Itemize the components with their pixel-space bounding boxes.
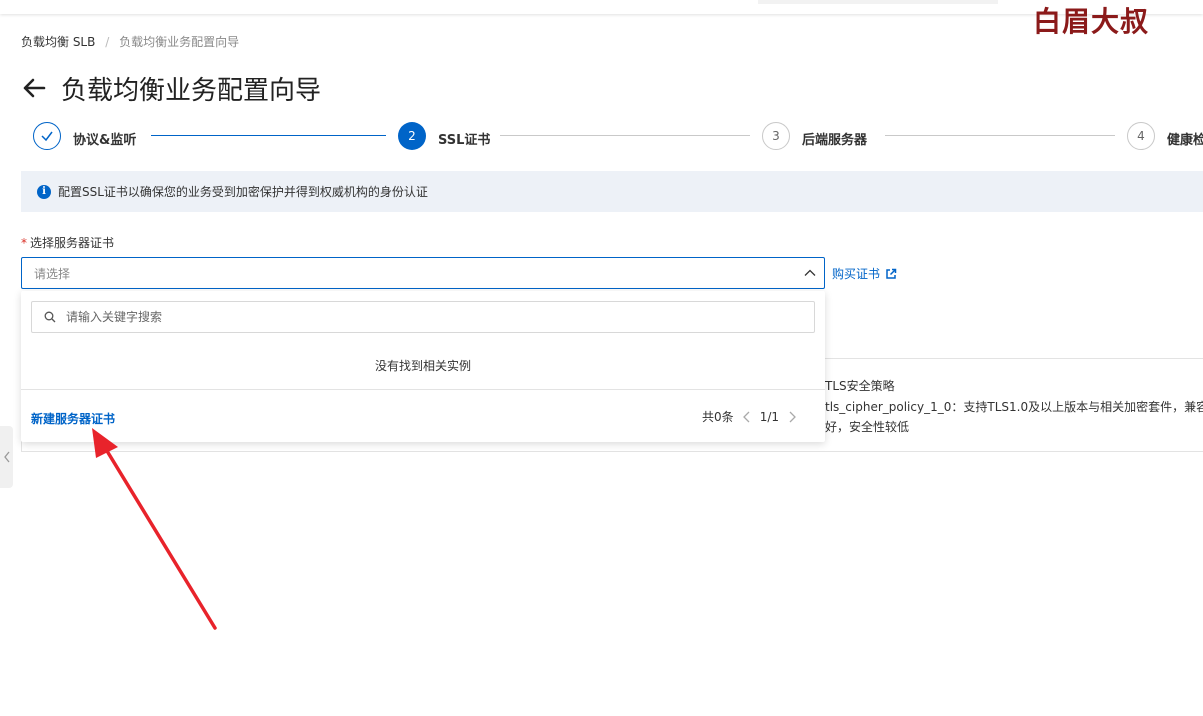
external-link-icon (886, 268, 897, 279)
buy-cert-label: 购买证书 (832, 267, 881, 281)
dropdown-search-box[interactable] (31, 301, 815, 333)
pagination: 共0条 1/1 (702, 408, 805, 425)
back-arrow-icon[interactable] (21, 75, 47, 101)
tls-policy-description: tls_cipher_policy_1_0：支持TLS1.0及以上版本与相关加密… (825, 397, 1203, 437)
step-2-label: SSL证书 (438, 133, 491, 148)
wizard-steps: 协议&监听 2 SSL证书 3 后端服务器 4 健康检 (33, 122, 1203, 152)
cert-select[interactable]: 请选择 (21, 257, 825, 289)
required-mark: * (21, 236, 27, 250)
page-title: 负载均衡业务配置向导 (61, 75, 322, 106)
cert-field-label: * 选择服务器证书 (21, 234, 114, 251)
step-3-connector (885, 135, 1115, 136)
info-icon: i (37, 184, 51, 199)
notice-text: 配置SSL证书以确保您的业务受到加密保护并得到权威机构的身份认证 (58, 185, 428, 199)
sidebar-collapse-tab[interactable] (0, 426, 13, 488)
step-1-connector (151, 135, 386, 136)
step-2-number: 2 (398, 122, 426, 150)
step-1-label: 协议&监听 (73, 133, 137, 148)
step-3-label: 后端服务器 (802, 133, 868, 148)
page-header: 负载均衡业务配置向导 (21, 70, 321, 106)
tls-policy-title: TLS安全策略 (825, 379, 895, 393)
step-3-number: 3 (762, 122, 790, 150)
step-4-label: 健康检 (1167, 133, 1203, 148)
breadcrumb-current: 负载均衡业务配置向导 (119, 35, 240, 49)
dropdown-footer: 新建服务器证书 共0条 1/1 (21, 389, 825, 442)
buy-cert-link[interactable]: 购买证书 (832, 265, 897, 282)
watermark-logo: 白眉大叔 (1033, 5, 1150, 38)
cert-dropdown: 没有找到相关实例 新建服务器证书 共0条 1/1 (21, 291, 825, 442)
step-1-check-icon (33, 122, 61, 150)
info-notice: i 配置SSL证书以确保您的业务受到加密保护并得到权威机构的身份认证 (21, 171, 1203, 212)
tls-policy-line-1: tls_cipher_policy_1_0：支持TLS1.0及以上版本与相关加密… (825, 400, 1203, 414)
dropdown-search-input[interactable] (66, 310, 766, 324)
next-page-icon[interactable] (787, 410, 797, 424)
tls-policy-line-2: 好，安全性较低 (825, 420, 910, 434)
top-search-area[interactable] (758, 0, 998, 4)
breadcrumb: 负载均衡 SLB / 负载均衡业务配置向导 (21, 33, 239, 50)
cert-label-text: 选择服务器证书 (30, 236, 115, 250)
total-count: 共0条 (702, 410, 734, 424)
step-2-connector (500, 135, 750, 136)
new-server-cert-link[interactable]: 新建服务器证书 (31, 410, 115, 427)
chevron-up-icon (804, 269, 816, 276)
empty-result-text: 没有找到相关实例 (374, 359, 471, 373)
chevron-left-icon (3, 451, 10, 463)
step-4-number: 4 (1127, 122, 1155, 150)
breadcrumb-root[interactable]: 负载均衡 SLB (21, 35, 95, 49)
top-nav-bar (0, 0, 1203, 14)
search-icon (44, 311, 56, 323)
prev-page-icon[interactable] (742, 410, 752, 424)
page-indicator: 1/1 (759, 409, 779, 424)
breadcrumb-separator: / (105, 35, 110, 49)
cert-select-placeholder: 请选择 (34, 266, 71, 281)
